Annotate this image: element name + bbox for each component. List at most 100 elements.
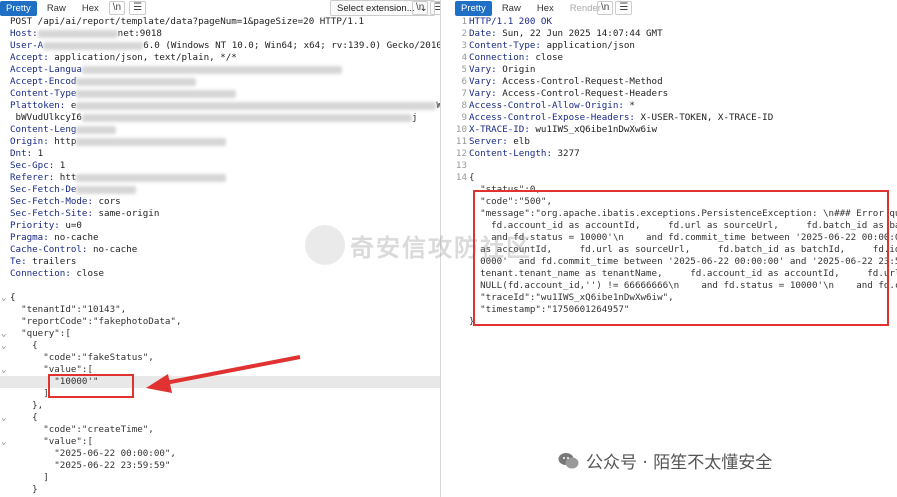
hamburger-icon-3[interactable]: ☰: [615, 1, 633, 15]
request-line: Accept: application/json, text/plain, */…: [0, 52, 440, 64]
request-json-text: "reportCode":"fakephotoData",: [10, 316, 182, 327]
header-key: Sec-Fetch-Mode:: [10, 196, 93, 207]
response-toolbar: Pretty Raw Hex Render \n ☰: [455, 0, 897, 16]
header-key: Dnt:: [10, 148, 33, 159]
hamburger-icon-2[interactable]: ☰: [430, 1, 440, 15]
response-tab-pretty[interactable]: Pretty: [455, 0, 492, 16]
request-line: POST /api/ai/report/template/data?pageNu…: [0, 16, 440, 28]
header-key: Vary:: [469, 64, 497, 75]
redacted-block: [76, 137, 227, 146]
header-key: Content-Length:: [469, 148, 552, 159]
header-value: wu1IWS_xQ6ibe1nDwXw6iw: [529, 124, 658, 135]
request-tab-raw[interactable]: Raw: [41, 1, 72, 16]
response-tab-raw[interactable]: Raw: [496, 1, 527, 16]
header-value: 1: [32, 148, 44, 159]
redacted-block: [76, 185, 137, 194]
response-line: 12 Content-Length: 3277: [455, 148, 897, 160]
header-value: close: [529, 52, 564, 63]
request-line: Accept-Encod: [0, 76, 440, 88]
request-json-text: "2025-06-22 00:00:00",: [10, 448, 176, 459]
redacted-block: [76, 89, 237, 98]
header-value: application/json, text/plain, */*: [48, 52, 237, 63]
redacted-block: [37, 29, 118, 38]
request-json-text: ]: [10, 388, 49, 399]
header-key: Access-Control-Expose-Headers:: [469, 112, 635, 123]
header-value: Access-Control-Request-Headers: [496, 88, 669, 99]
header-key: Date:: [469, 28, 497, 39]
line-number: 1: [461, 16, 467, 27]
request-json-text: "query":[: [10, 328, 71, 339]
request-json-text: "value":[: [10, 436, 93, 447]
newline-toggle-icon[interactable]: \n: [108, 1, 126, 15]
request-tab-pretty[interactable]: Pretty: [0, 0, 37, 16]
request-line: ⌄ {: [0, 340, 440, 352]
request-line: Connection: close: [0, 268, 440, 280]
request-line: Sec-Fetch-Site: same-origin: [0, 208, 440, 220]
response-line: 14{: [455, 172, 897, 184]
header-key: Te:: [10, 256, 27, 267]
request-line: ⌄ {: [0, 412, 440, 424]
request-tab-hex[interactable]: Hex: [76, 1, 105, 16]
header-key: Referer:: [10, 172, 55, 183]
request-line: Sec-Fetch-Mode: cors: [0, 196, 440, 208]
header-value-tail: j: [411, 112, 418, 123]
request-line: Content-Leng: [0, 124, 440, 136]
hamburger-icon[interactable]: ☰: [129, 1, 147, 15]
header-key: Accept-Encod: [10, 76, 77, 87]
header-value: http: [48, 136, 77, 147]
header-key: X-TRACE-ID:: [469, 124, 530, 135]
header-key: Content-Leng: [10, 124, 77, 135]
newline-toggle-icon-2[interactable]: \n: [412, 1, 429, 15]
request-line: Referer: htt: [0, 172, 440, 184]
header-value-tail: 6.0 (Windows NT 10.0; Win64; x64; rv:139…: [143, 40, 441, 51]
fold-icon: ⌄: [1, 292, 7, 303]
fold-icon: ⌄: [1, 364, 7, 375]
request-json-text: {: [10, 412, 38, 423]
request-json-text: }: [10, 484, 38, 495]
request-line: },: [0, 400, 440, 412]
newline-toggle-icon-3[interactable]: \n: [597, 1, 614, 15]
response-line: 13: [455, 160, 897, 172]
redacted-block: [76, 125, 117, 134]
request-line: Origin: http: [0, 136, 440, 148]
header-key: Plattoken:: [10, 100, 66, 111]
request-toolbar: Pretty Raw Hex \n ☰ Select extension... …: [0, 0, 440, 16]
redacted-block: [81, 65, 342, 74]
request-line: ⌄ "value":[: [0, 436, 440, 448]
request-json-text: "tenantId":"10143",: [10, 304, 127, 315]
header-value: bWVudUlkcyI6: [10, 112, 82, 123]
response-tab-hex[interactable]: Hex: [531, 1, 560, 16]
header-value: htt: [54, 172, 77, 183]
header-key: Content-Type: [10, 88, 77, 99]
response-line: 1 HTTP/1.1 200 OK: [455, 16, 897, 28]
line-number: 13: [455, 160, 467, 171]
header-key: Sec-Fetch-De: [10, 184, 77, 195]
fold-icon: ⌄: [1, 412, 7, 423]
request-line: Accept-Langua: [0, 64, 440, 76]
line-number: 12: [455, 148, 467, 159]
header-key: Accept:: [10, 52, 49, 63]
response-highlight-box: [473, 190, 889, 326]
request-line: Content-Type: [0, 88, 440, 100]
request-line-text: {: [10, 292, 16, 303]
fold-icon: ⌄: [1, 328, 7, 339]
line-number: 6: [461, 76, 467, 87]
header-value: elb: [507, 136, 530, 147]
request-line: User-A 6.0 (Windows NT 10.0; Win64; x64; …: [0, 40, 440, 52]
header-key: Server:: [469, 136, 508, 147]
line-number: 14: [455, 172, 467, 183]
header-value: Sun, 22 Jun 2025 14:07:44 GMT: [496, 28, 663, 39]
header-key: Connection:: [10, 268, 71, 279]
header-value: no-cache: [48, 232, 99, 243]
header-key: Accept-Langua: [10, 64, 82, 75]
redacted-block: [76, 77, 197, 86]
fold-icon: ⌄: [1, 436, 7, 447]
footer-source-text: 公众号 · 陌笙不太懂安全: [586, 453, 773, 473]
request-line: "2025-06-22 23:59:59": [0, 460, 440, 472]
header-value: application/json: [540, 40, 635, 51]
response-line: 9 Access-Control-Expose-Headers: X-USER-T…: [455, 112, 897, 124]
header-value: 3277: [551, 148, 580, 159]
redacted-block: [43, 41, 144, 50]
header-key: User-A: [10, 40, 44, 51]
line-number: 4: [461, 52, 467, 63]
